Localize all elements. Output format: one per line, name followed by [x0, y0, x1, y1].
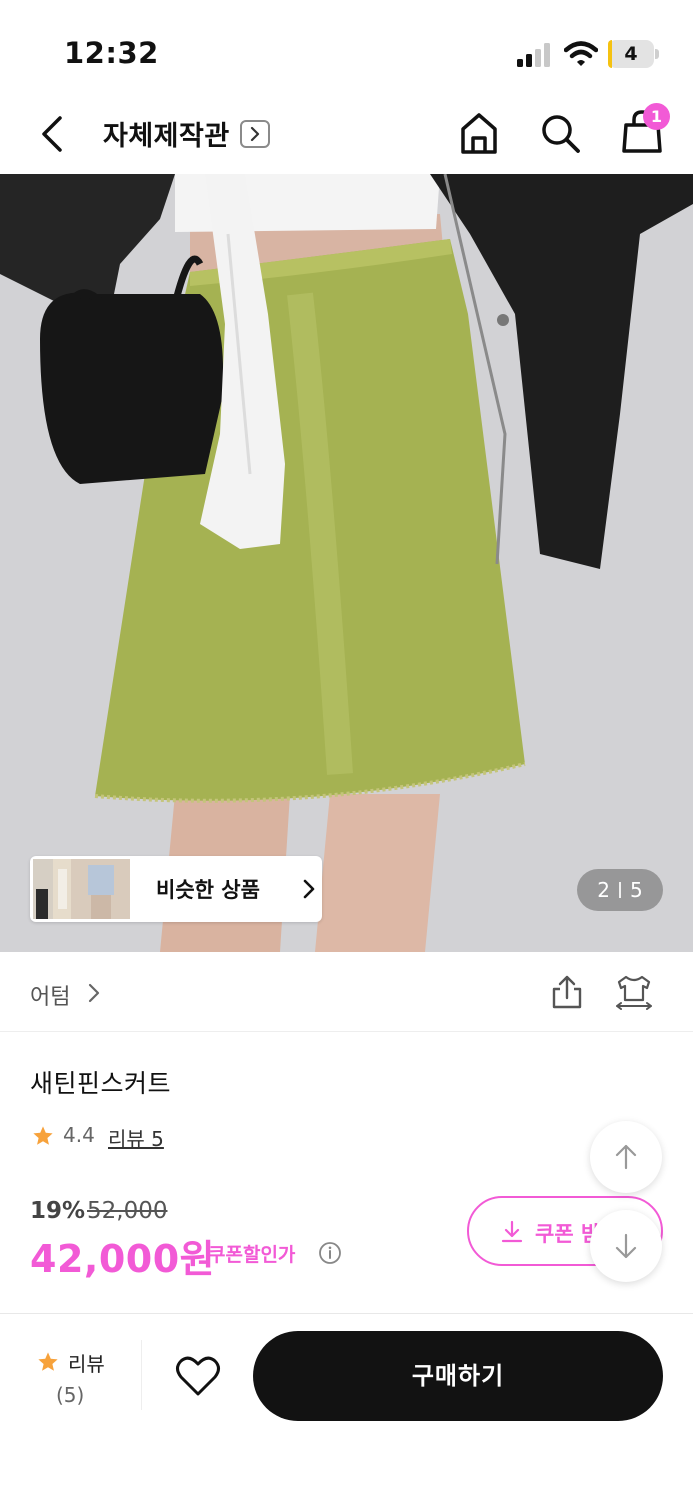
back-button[interactable]	[30, 110, 74, 158]
status-time: 12:32	[64, 36, 159, 70]
cellular-signal-icon	[517, 43, 550, 67]
bottom-bar-divider	[141, 1340, 142, 1410]
battery-icon: 4	[608, 40, 659, 68]
share-icon[interactable]	[551, 974, 583, 1010]
chevron-right-icon[interactable]	[88, 982, 100, 1004]
chevron-right-icon	[303, 879, 315, 899]
scroll-to-top-button[interactable]	[590, 1121, 662, 1193]
coupon-price-label: 쿠폰할인가	[208, 1244, 296, 1266]
star-icon	[38, 1352, 58, 1371]
status-bar: 12:32 4	[0, 0, 693, 100]
heart-icon[interactable]	[175, 1354, 221, 1398]
star-icon	[33, 1126, 53, 1145]
image-total-count: 5	[630, 878, 643, 902]
page-title[interactable]: 자체제작관	[103, 114, 230, 153]
size-compare-icon[interactable]	[613, 974, 655, 1010]
image-current-index: 2	[597, 878, 610, 902]
battery-level: 4	[624, 43, 638, 65]
chevron-right-icon[interactable]	[240, 120, 270, 148]
brand-link[interactable]: 어텀	[30, 979, 70, 1011]
info-icon[interactable]	[318, 1241, 342, 1265]
sale-price: 42,000원	[30, 1237, 216, 1281]
original-price: 52,000	[87, 1198, 168, 1224]
similar-items-button[interactable]: 비슷한 상품	[30, 856, 322, 922]
review-tab-button[interactable]: 리뷰 (5)	[30, 1343, 112, 1415]
arrow-down-icon	[615, 1233, 637, 1259]
discount-rate: 19%	[30, 1198, 86, 1224]
product-image[interactable]	[0, 174, 693, 952]
review-tab-label: 리뷰	[68, 1352, 105, 1376]
brand-row: 어텀	[0, 952, 693, 1032]
similar-items-thumbnails	[33, 859, 130, 919]
image-page-counter: 25	[577, 869, 663, 911]
review-tab-count: (5)	[56, 1383, 85, 1407]
rating-value: 4.4	[63, 1123, 95, 1147]
cart-count-badge: 1	[643, 103, 670, 130]
download-icon	[501, 1220, 523, 1243]
search-icon[interactable]	[538, 110, 582, 156]
section-divider	[0, 1313, 693, 1314]
arrow-up-icon	[615, 1144, 637, 1170]
review-count-link[interactable]: 리뷰 5	[108, 1123, 164, 1152]
nav-bar: 자체제작관	[0, 100, 693, 174]
home-icon[interactable]	[458, 110, 500, 156]
scroll-to-bottom-button[interactable]	[590, 1210, 662, 1282]
product-name: 새틴핀스커트	[30, 1069, 172, 1098]
similar-items-label: 비슷한 상품	[156, 878, 260, 902]
buy-now-button[interactable]: 구매하기	[253, 1331, 663, 1421]
wifi-icon	[564, 41, 598, 66]
